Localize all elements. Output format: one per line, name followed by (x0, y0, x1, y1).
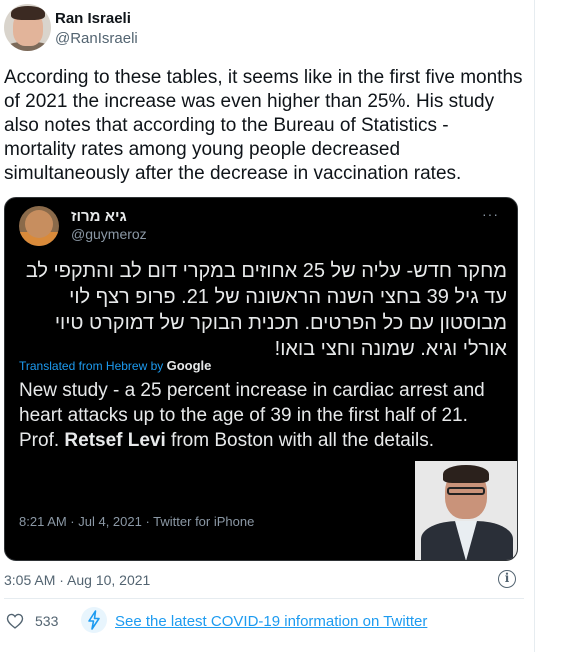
column-border (534, 0, 535, 652)
translated-label: Translated from Hebrew by (19, 359, 164, 373)
tweet-header: Ran Israeli @RanIsraeli (4, 4, 524, 52)
info-icon[interactable]: i (498, 570, 516, 588)
heart-icon[interactable] (6, 612, 24, 630)
quoted-hebrew-text: מחקר חדש- עליה של 25 אחוזים במקרי דום לב… (25, 260, 507, 360)
translation-attribution[interactable]: Translated from Hebrew by Google (19, 358, 211, 373)
author-handle[interactable]: @RanIsraeli (55, 30, 138, 47)
quoted-english-text: New study - a 25 percent increase in car… (19, 378, 509, 453)
quoted-author-handle[interactable]: @guymeroz (71, 226, 147, 242)
tweet-text: According to these tables, it seems like… (4, 67, 523, 184)
quoted-tweet[interactable]: גיא מרוז @guymeroz ··· מחקר חדש- עליה של… (4, 197, 518, 561)
quoted-tweet-photo[interactable] (415, 461, 517, 560)
author-avatar[interactable] (4, 4, 51, 51)
author-name[interactable]: Ran Israeli (55, 10, 131, 27)
bolt-icon[interactable] (81, 607, 107, 633)
google-logo: Google (166, 358, 212, 373)
like-count[interactable]: 533 (35, 613, 58, 629)
quoted-author-avatar[interactable] (19, 206, 59, 246)
english-text-part-2: from Boston with all the details. (165, 430, 435, 451)
tweet-timestamp[interactable]: 3:05 AM · Aug 10, 2021 (4, 572, 150, 588)
divider (4, 598, 524, 599)
quoted-tweet-meta[interactable]: 8:21 AM · Jul 4, 2021 · Twitter for iPho… (19, 514, 254, 529)
more-options-icon[interactable]: ··· (482, 206, 499, 222)
covid-info-link[interactable]: See the latest COVID-19 information on T… (115, 613, 427, 630)
english-text-bold: Retsef Levi (64, 430, 166, 451)
quoted-author-name[interactable]: גיא מרוז (71, 208, 127, 225)
